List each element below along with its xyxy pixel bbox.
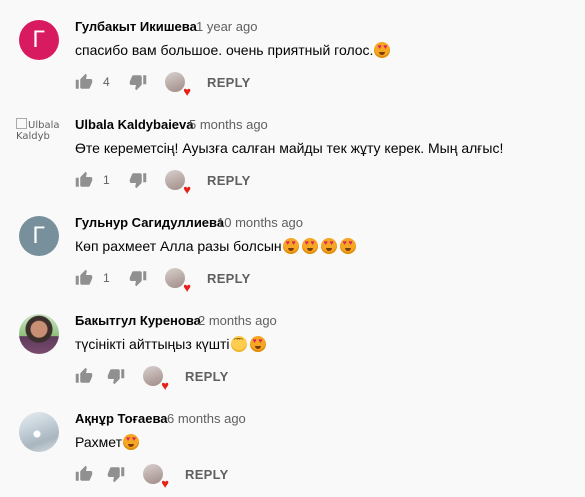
comment-text-body: түсінікті айттыңыз күшті — [75, 336, 230, 352]
reply-button[interactable]: REPLY — [207, 173, 251, 188]
comment-text: Көп рахмеет Алла разы болсын — [75, 238, 356, 254]
comment-author[interactable]: Гулбакыт Икишева — [75, 19, 197, 34]
comment-author[interactable]: Бакытгул Куренова — [75, 313, 201, 328]
reply-button[interactable]: REPLY — [185, 467, 229, 482]
comment-text-body: Өте кереметсің! Ауызға салған майды тек … — [75, 140, 504, 156]
avatar[interactable] — [19, 314, 59, 354]
like-button[interactable] — [75, 269, 93, 287]
comment-actions: 1 ♥ REPLY — [75, 168, 251, 196]
thumbs-down-icon — [129, 173, 147, 189]
creator-heart-avatar: ♥ — [165, 72, 191, 98]
avatar[interactable]: Г — [19, 216, 59, 256]
like-button[interactable] — [75, 465, 93, 483]
heart-eyes-emoji-icon — [282, 238, 299, 254]
creator-heart-avatar: ♥ — [165, 170, 191, 196]
thumbs-down-icon — [107, 467, 125, 483]
comment-text-body: Рахмет — [75, 434, 123, 450]
thumbs-up-icon — [75, 465, 93, 481]
comment-text-body: спасибо вам большое. очень приятный голо… — [75, 42, 374, 58]
comment-item: Бакытгул Куренова 2 months ago түсінікті… — [0, 301, 585, 399]
comment-actions: 1 ♥ REPLY — [75, 266, 251, 294]
comment-actions: ♥ REPLY — [75, 364, 229, 392]
like-count: 1 — [103, 173, 110, 187]
reply-button[interactable]: REPLY — [207, 75, 251, 90]
heart-eyes-emoji-icon — [339, 238, 356, 254]
heart-eyes-emoji-icon — [374, 42, 391, 58]
creator-heart-avatar: ♥ — [165, 268, 191, 294]
thumbs-down-icon — [107, 369, 125, 385]
heart-icon: ♥ — [161, 476, 169, 491]
reply-button[interactable]: REPLY — [207, 271, 251, 286]
comment-time[interactable]: 5 months ago — [189, 117, 268, 132]
like-count: 4 — [103, 75, 110, 89]
dislike-button[interactable] — [129, 73, 147, 91]
comment-time[interactable]: 10 months ago — [217, 215, 303, 230]
comment-item: Г Гульнур Сагидуллиева 10 months ago Көп… — [0, 203, 585, 301]
heart-icon: ♥ — [183, 182, 191, 197]
like-button[interactable] — [75, 367, 93, 385]
dislike-button[interactable] — [129, 171, 147, 189]
dislike-button[interactable] — [129, 269, 147, 287]
comment-actions: 4 ♥ REPLY — [75, 70, 251, 98]
avatar[interactable] — [19, 412, 59, 452]
comment-item: Г Гулбакыт Икишева 1 year ago спасибо ва… — [0, 7, 585, 105]
dislike-button[interactable] — [107, 367, 125, 385]
heart-eyes-emoji-icon — [320, 238, 337, 254]
thumbs-down-icon — [129, 271, 147, 287]
comment-text-body: Көп рахмеет Алла разы болсын — [75, 238, 282, 254]
comment-text: Рахмет — [75, 434, 140, 450]
like-count: 1 — [103, 271, 110, 285]
comment-item: Ақнұр Тоғаева 6 months ago Рахмет ♥ REPL… — [0, 399, 585, 497]
broken-image-icon — [16, 118, 27, 129]
heart-icon: ♥ — [183, 84, 191, 99]
heart-eyes-emoji-icon — [249, 336, 266, 352]
smiling-face-emoji-icon — [230, 336, 247, 352]
reply-button[interactable]: REPLY — [185, 369, 229, 384]
comment-author[interactable]: Ақнұр Тоғаева — [75, 411, 168, 426]
comment-time[interactable]: 6 months ago — [167, 411, 246, 426]
avatar[interactable]: Г — [19, 20, 59, 60]
comment-text: түсінікті айттыңыз күшті — [75, 336, 266, 352]
heart-eyes-emoji-icon — [301, 238, 318, 254]
comment-author[interactable]: Гульнур Сагидуллиева — [75, 215, 224, 230]
comment-item: Ulbala Kaldyb Ulbala Kaldybaieva 5 month… — [0, 105, 585, 203]
thumbs-up-icon — [75, 171, 93, 187]
comment-time[interactable]: 2 months ago — [198, 313, 277, 328]
comment-text: спасибо вам большое. очень приятный голо… — [75, 42, 391, 58]
thumbs-down-icon — [129, 75, 147, 91]
creator-heart-avatar: ♥ — [143, 366, 169, 392]
heart-eyes-emoji-icon — [123, 434, 140, 450]
avatar[interactable]: Ulbala Kaldyb — [16, 118, 60, 158]
like-button[interactable] — [75, 73, 93, 91]
heart-icon: ♥ — [183, 280, 191, 295]
heart-icon: ♥ — [161, 378, 169, 393]
thumbs-up-icon — [75, 269, 93, 285]
creator-heart-avatar: ♥ — [143, 464, 169, 490]
comment-actions: ♥ REPLY — [75, 462, 229, 490]
comment-author[interactable]: Ulbala Kaldybaieva — [75, 117, 194, 132]
comment-text: Өте кереметсің! Ауызға салған майды тек … — [75, 140, 503, 156]
like-button[interactable] — [75, 171, 93, 189]
dislike-button[interactable] — [107, 465, 125, 483]
thumbs-up-icon — [75, 73, 93, 89]
comment-time[interactable]: 1 year ago — [196, 19, 257, 34]
thumbs-up-icon — [75, 367, 93, 383]
